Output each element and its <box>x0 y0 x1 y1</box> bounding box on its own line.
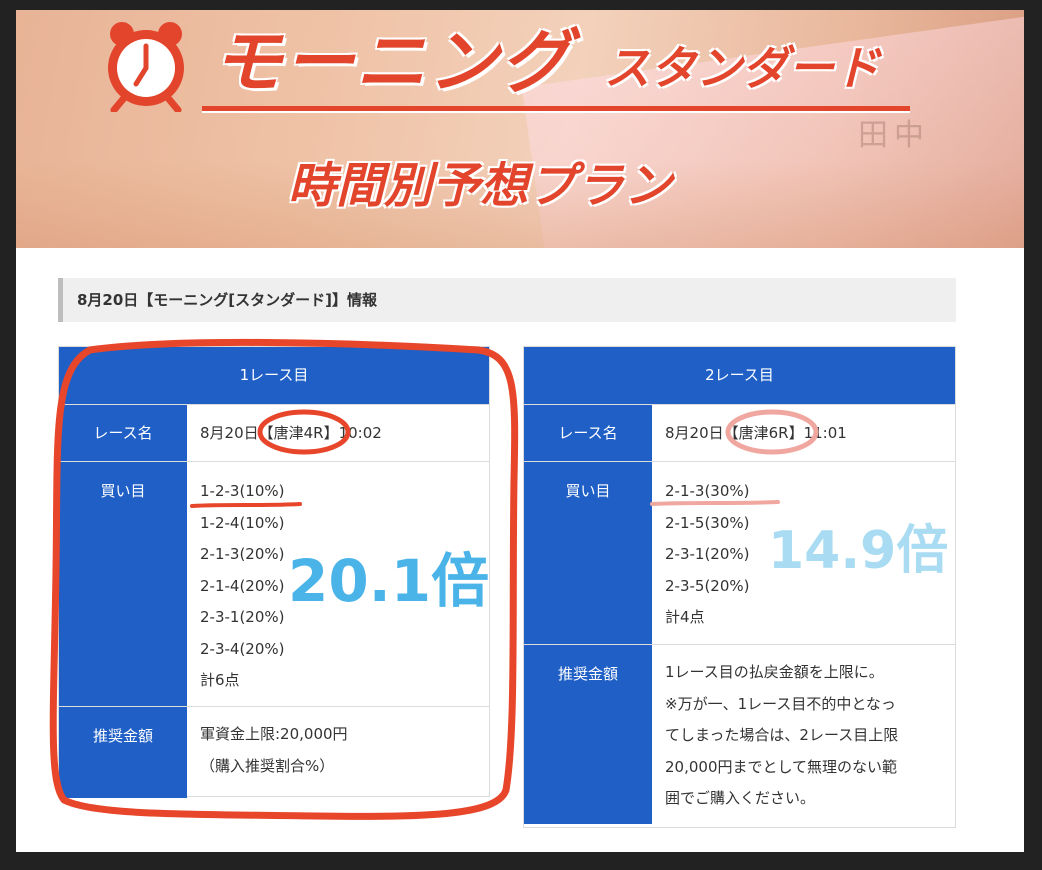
amount-line: （購入推奨割合%） <box>200 756 335 775</box>
amount-label: 推奨金額 <box>59 707 187 798</box>
race-2-name-value: 8月20日【唐津6R】11:01 <box>665 424 847 442</box>
race-2-name-row: レース名 8月20日【唐津6R】11:01 <box>524 404 955 461</box>
amount-line: てしまった場合は、2レース目上限 <box>665 726 899 744</box>
race-1-name-row: レース名 8月20日【唐津4R】10:02 <box>59 404 489 461</box>
race-1-name-value: 8月20日【唐津4R】10:02 <box>200 424 382 442</box>
bet-line: 2-1-3(30%) <box>665 482 750 500</box>
race-1-amount: 軍資金上限:20,000円 （購入推奨割合%） <box>187 707 489 798</box>
bets-label: 買い目 <box>524 462 652 644</box>
bet-line: 2-3-4(20%) <box>200 639 285 658</box>
banner-background-sign: 田中 <box>858 118 930 153</box>
alarm-clock-icon <box>108 22 184 112</box>
bet-line: 1-2-3(10%) <box>200 482 285 500</box>
race-2-amount-row: 推奨金額 1レース目の払戻金額を上限に。 ※万が一、1レース目不的中となっ てし… <box>524 644 955 824</box>
hero-banner: モーニング スタンダード 時間別予想プラン 田中 <box>16 10 1024 248</box>
race-name-label: レース名 <box>59 405 187 461</box>
screenshot-frame: モーニング スタンダード 時間別予想プラン 田中 8月20日【モーニング[スタン… <box>0 0 1042 870</box>
race-2-multiplier: 14.9倍 <box>768 521 949 581</box>
amount-line: 1レース目の払戻金額を上限に。 <box>665 663 884 681</box>
amount-line: 20,000円までとして無理のない範 <box>665 757 898 776</box>
banner-subtitle: スタンダード <box>604 41 880 95</box>
race-2-header: 2レース目 <box>524 347 955 404</box>
amount-line: ※万が一、1レース目不的中となっ <box>665 694 896 713</box>
section-heading: 8月20日【モーニング[スタンダード]】情報 <box>58 278 956 322</box>
race-2-table: 2レース目 レース名 8月20日【唐津6R】11:01 買い目 2-1-3(30… <box>523 346 956 828</box>
race-2-amount: 1レース目の払戻金額を上限に。 ※万が一、1レース目不的中となっ てしまった場合… <box>652 645 955 824</box>
bets-label: 買い目 <box>59 462 187 706</box>
amount-line: 軍資金上限:20,000円 <box>200 725 348 743</box>
amount-label: 推奨金額 <box>524 645 652 824</box>
banner-plan-title: 時間別予想プラン <box>288 158 673 214</box>
race-1-header: 1レース目 <box>59 347 489 404</box>
race-1-multiplier: 20.1倍 <box>288 547 490 615</box>
bet-total: 計6点 <box>200 671 240 689</box>
banner-title: モーニング <box>212 21 572 103</box>
page: モーニング スタンダード 時間別予想プラン 田中 8月20日【モーニング[スタン… <box>16 10 1024 852</box>
race-name-label: レース名 <box>524 405 652 461</box>
banner-underline <box>202 106 910 111</box>
race-1-amount-row: 推奨金額 軍資金上限:20,000円 （購入推奨割合%） <box>59 706 489 798</box>
bet-total: 計4点 <box>665 608 705 626</box>
amount-line: 囲でご購入ください。 <box>665 789 816 807</box>
